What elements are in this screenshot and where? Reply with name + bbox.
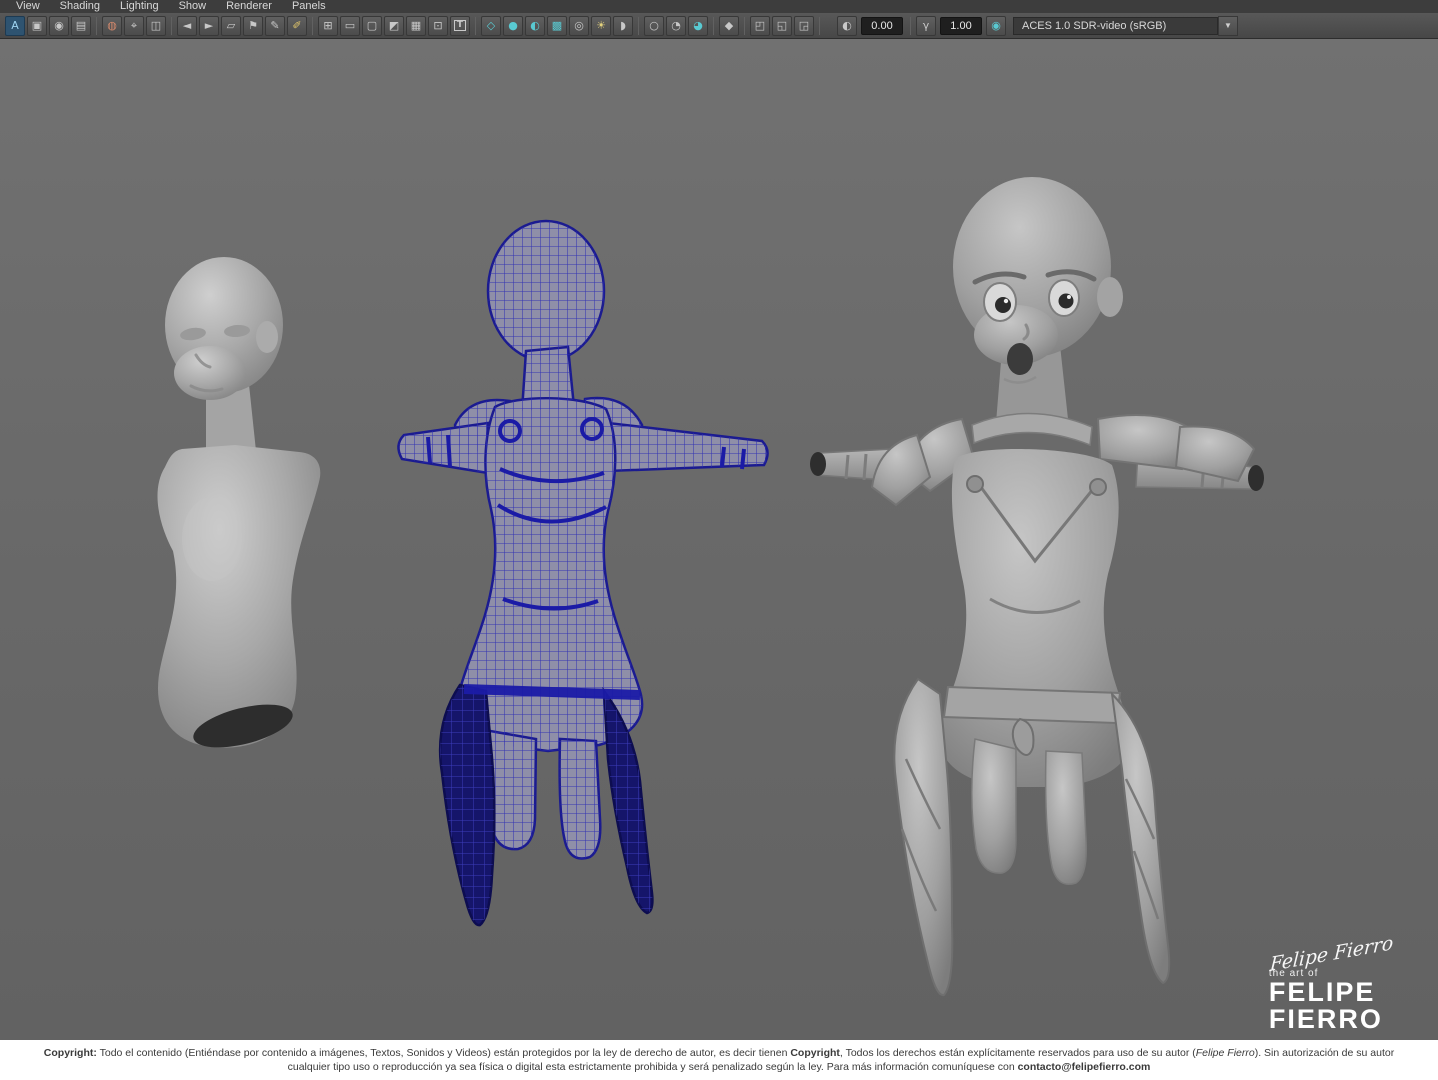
shadows-icon[interactable]: ◗: [613, 16, 633, 36]
panel-toolbar: A▣◉▤◍⌖◫◄►▱⚑✎✐⊞▭▢◩▦⊡T◇●◐▩◎☀◗○◔◕◆◰◱◲ ◐ 0.0…: [0, 13, 1438, 39]
object-selection-icon[interactable]: ◆: [719, 16, 739, 36]
toolbar-separator: [475, 17, 476, 35]
channel-box-icon[interactable]: ◫: [146, 16, 166, 36]
color-management-icon[interactable]: ◉: [986, 16, 1006, 36]
select-camera-icon[interactable]: A: [5, 16, 25, 36]
grease-pencil-frame-icon[interactable]: ✐: [287, 16, 307, 36]
previous-view-icon[interactable]: ◄: [177, 16, 197, 36]
smooth-shade-icon[interactable]: ●: [503, 16, 523, 36]
artist-watermark: Felipe Fierro the art of FELIPE FIERRO: [1269, 943, 1394, 1034]
field-chart-icon[interactable]: ▦: [406, 16, 426, 36]
base-sculpt-model[interactable]: [157, 257, 320, 756]
panel-layout-split-icon[interactable]: ◱: [772, 16, 792, 36]
toolbar-icons: A▣◉▤ ◍⌖◫ ◄►▱⚑✎✐ ⊞▭▢◩▦⊡T ◇●◐▩◎☀◗ ○◔◕ ◆ ◰◱◲: [4, 16, 824, 36]
film-gate-icon[interactable]: ▭: [340, 16, 360, 36]
toolbar-separator: [96, 17, 97, 35]
toolbar-separator: [713, 17, 714, 35]
gate-mask-icon[interactable]: ◩: [384, 16, 404, 36]
toolbar-separator: [910, 17, 911, 35]
exposure-toggle[interactable]: ◐: [837, 16, 857, 36]
ocio-icon: ◉: [991, 20, 1001, 31]
viewport-settings-icon[interactable]: ▤: [71, 16, 91, 36]
safe-title-icon[interactable]: T: [450, 16, 470, 36]
wireframe-on-shaded-icon[interactable]: ◐: [525, 16, 545, 36]
exposure-icon: ◐: [842, 20, 852, 31]
copyright-text: Copyright: Todo el contenido (Entiéndase…: [23, 1046, 1415, 1074]
xray-icon[interactable]: ◔: [666, 16, 686, 36]
menu-item-shading[interactable]: Shading: [50, 0, 110, 13]
panel-layout-single-icon[interactable]: ◰: [750, 16, 770, 36]
menu-item-renderer[interactable]: Renderer: [216, 0, 282, 13]
watermark-name-line1: FELIPE: [1269, 979, 1394, 1007]
color-management-group: ◐ 0.00 γ 1.00 ◉ ACES 1.0 SDR-video (sRGB…: [836, 16, 1238, 36]
next-view-icon[interactable]: ►: [199, 16, 219, 36]
gamma-icon: γ: [923, 20, 930, 31]
xray-joints-icon[interactable]: ◕: [688, 16, 708, 36]
isolate-select-icon[interactable]: ○: [644, 16, 664, 36]
watermark-name-line2: FIERRO: [1269, 1006, 1394, 1034]
toolbar-separator: [171, 17, 172, 35]
tear-off-copy-icon[interactable]: ▱: [221, 16, 241, 36]
exposure-input[interactable]: 0.00: [861, 17, 903, 35]
menu-item-view[interactable]: View: [6, 0, 50, 13]
camera-attributes-icon[interactable]: ◉: [49, 16, 69, 36]
use-default-material-icon[interactable]: ◎: [569, 16, 589, 36]
image-plane-icon[interactable]: ◍: [102, 16, 122, 36]
toolbar-separator: [744, 17, 745, 35]
final-model[interactable]: [810, 177, 1264, 995]
gamma-input[interactable]: 1.00: [940, 17, 982, 35]
viewport-canvas: [0, 39, 1438, 1040]
view-transform-value: ACES 1.0 SDR-video (sRGB): [1013, 17, 1218, 35]
toolbar-separator: [819, 17, 820, 35]
gamma-toggle[interactable]: γ: [916, 16, 936, 36]
view-transform-dropdown[interactable]: ACES 1.0 SDR-video (sRGB) ▼: [1013, 16, 1238, 36]
menu-item-panels[interactable]: Panels: [282, 0, 336, 13]
chevron-down-icon[interactable]: ▼: [1218, 16, 1238, 36]
resolution-gate-icon[interactable]: ▢: [362, 16, 382, 36]
grease-pencil-icon[interactable]: ✎: [265, 16, 285, 36]
toolbar-separator: [638, 17, 639, 35]
grid-icon[interactable]: ⊞: [318, 16, 338, 36]
textured-icon[interactable]: ▩: [547, 16, 567, 36]
safe-action-icon[interactable]: ⊡: [428, 16, 448, 36]
wireframe-icon[interactable]: ◇: [481, 16, 501, 36]
menu-item-lighting[interactable]: Lighting: [110, 0, 169, 13]
bookmark-icon[interactable]: ⚑: [243, 16, 263, 36]
viewport[interactable]: Felipe Fierro the art of FELIPE FIERRO: [0, 39, 1438, 1040]
menu-bar: ViewShadingLightingShowRendererPanels: [0, 0, 1438, 13]
lock-camera-icon[interactable]: ▣: [27, 16, 47, 36]
toolbar-separator: [312, 17, 313, 35]
wireframe-model[interactable]: [398, 221, 767, 925]
menu-item-show[interactable]: Show: [169, 0, 217, 13]
maya-window: ViewShadingLightingShowRendererPanels A▣…: [0, 0, 1438, 1080]
panel-layout-quad-icon[interactable]: ◲: [794, 16, 814, 36]
copyright-bar: Copyright: Todo el contenido (Entiéndase…: [0, 1040, 1438, 1080]
two-d-pan-zoom-icon[interactable]: ⌖: [124, 16, 144, 36]
lighting-icon[interactable]: ☀: [591, 16, 611, 36]
